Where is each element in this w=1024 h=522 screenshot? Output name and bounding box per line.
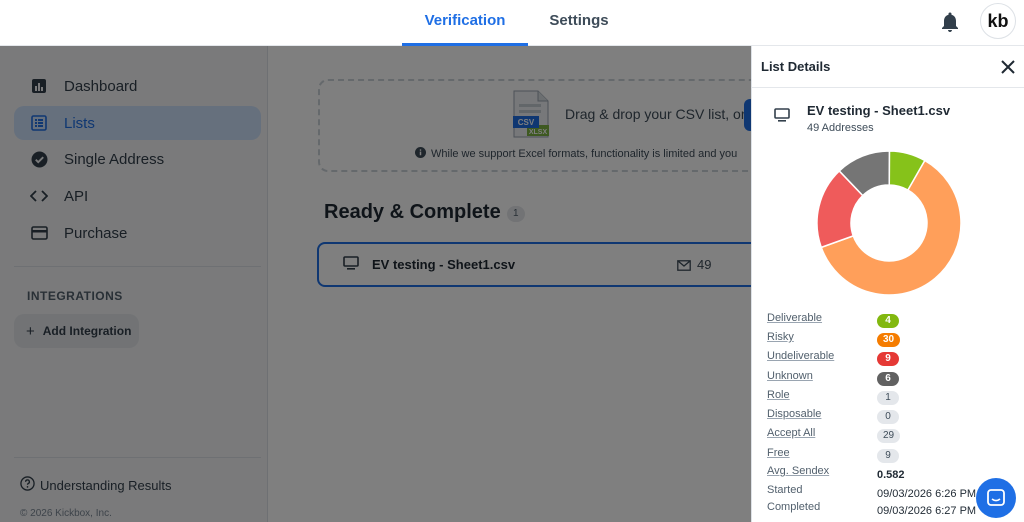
- stat-value-deliverable: 4: [877, 314, 899, 328]
- result-donut-chart: [816, 150, 962, 296]
- stat-label-role: Role: [767, 389, 790, 401]
- completed-label: Completed: [767, 501, 821, 513]
- stat-label-accept-all: Accept All: [767, 427, 816, 439]
- stat-value-disposable: 0: [877, 410, 899, 424]
- close-icon[interactable]: [1000, 59, 1016, 75]
- panel-file-name: EV testing - Sheet1.csv: [807, 103, 951, 118]
- stat-value-role: 1: [877, 391, 899, 405]
- stat-value-accept-all: 29: [877, 429, 901, 443]
- avatar[interactable]: kb: [980, 3, 1016, 39]
- completed-value: 09/03/2026 6:27 PM: [877, 505, 977, 517]
- started-label: Started: [767, 484, 803, 496]
- sendex-value: 0.582: [877, 469, 905, 481]
- modal-overlay[interactable]: [0, 46, 751, 522]
- chat-icon: [987, 489, 1005, 506]
- stat-label-risky: Risky: [767, 331, 794, 343]
- monitor-icon: [774, 108, 790, 127]
- panel-title: List Details: [761, 59, 831, 74]
- top-bar: Verification Settings kb: [0, 0, 1024, 46]
- list-details-panel: List Details EV testing - Sheet1.csv 49 …: [751, 46, 1024, 522]
- stat-value-undeliverable: 9: [877, 352, 899, 366]
- stat-label-unknown: Unknown: [767, 370, 813, 382]
- chat-launcher-button[interactable]: [976, 478, 1016, 518]
- stat-label-deliverable: Deliverable: [767, 312, 823, 324]
- tab-verification[interactable]: Verification: [402, 0, 528, 46]
- stat-value-unknown: 6: [877, 372, 899, 386]
- stat-value-free: 9: [877, 449, 899, 463]
- panel-file-address-count: 49 Addresses: [807, 122, 874, 134]
- stat-value-risky: 30: [877, 333, 901, 347]
- tab-settings[interactable]: Settings: [538, 0, 620, 46]
- bell-icon[interactable]: [938, 10, 962, 34]
- sendex-label: Avg. Sendex: [767, 465, 830, 477]
- stat-label-undeliverable: Undeliverable: [767, 350, 835, 362]
- stat-label-free: Free: [767, 447, 790, 459]
- started-value: 09/03/2026 6:26 PM: [877, 488, 977, 500]
- stat-label-disposable: Disposable: [767, 408, 822, 420]
- panel-header: List Details: [752, 46, 1024, 88]
